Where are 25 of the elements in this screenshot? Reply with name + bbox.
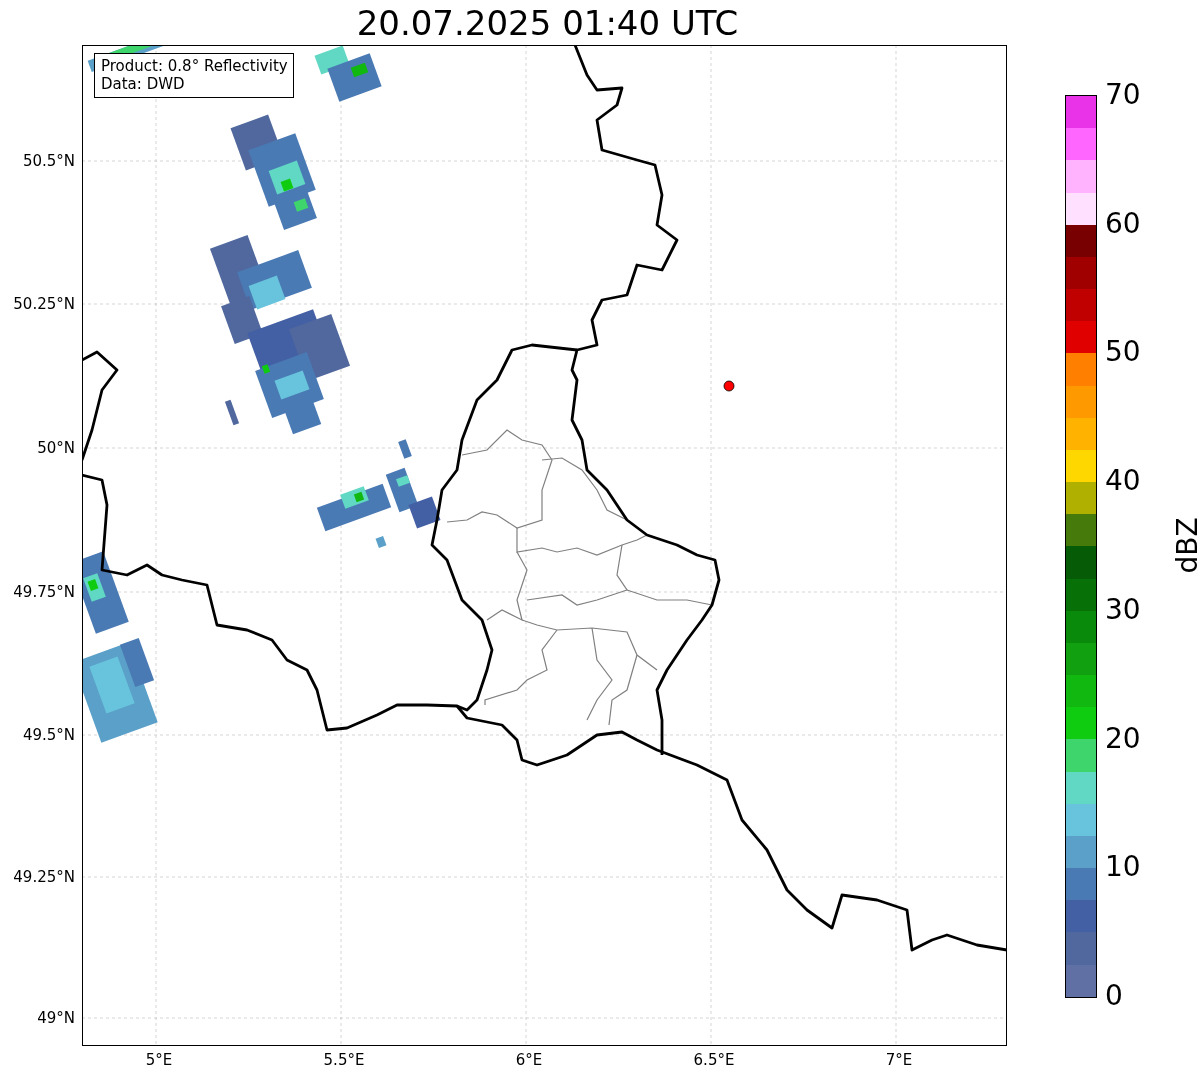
colorbar-tick-label: 70 — [1105, 78, 1141, 112]
location-marker — [723, 380, 735, 392]
colorbar-tick-label: 40 — [1105, 464, 1141, 499]
axis-tick-label: 50.25°N — [13, 295, 75, 313]
info-text: Product: 0.8° Reflectivity — [101, 57, 288, 75]
colorbar-tick-label: 0 — [1105, 978, 1123, 1013]
colorbar-tick-label: 10 — [1105, 850, 1141, 885]
axis-tick-label: 49.5°N — [22, 726, 75, 744]
axis-tick-label: 49°N — [37, 1009, 75, 1027]
colorbar-tick-label: 60 — [1105, 206, 1141, 241]
colorbar-tick-label: 30 — [1105, 592, 1141, 627]
axis-tick-label: 49.25°N — [13, 868, 75, 886]
colorbar-tick-label: 50 — [1105, 335, 1141, 370]
axis-tick-label: 50.5°N — [22, 152, 75, 170]
info-text: Data: DWD — [101, 75, 186, 93]
chart-title: 20.07.2025 01:40 UTC — [355, 1, 740, 45]
axis-tick-label: 5°E — [144, 1051, 174, 1069]
axis-tick-label: 49.75°N — [13, 583, 75, 601]
colorbar-label: dBZ — [1170, 517, 1202, 574]
axis-tick-label: 6.5°E — [692, 1051, 736, 1069]
axis-tick-label: 6°E — [514, 1051, 544, 1069]
axis-tick-label: 5.5°E — [322, 1051, 366, 1069]
axis-tick-label: 50°N — [37, 439, 75, 457]
colorbar-tick-label: 20 — [1105, 721, 1141, 756]
axis-tick-label: 7°E — [884, 1051, 914, 1069]
